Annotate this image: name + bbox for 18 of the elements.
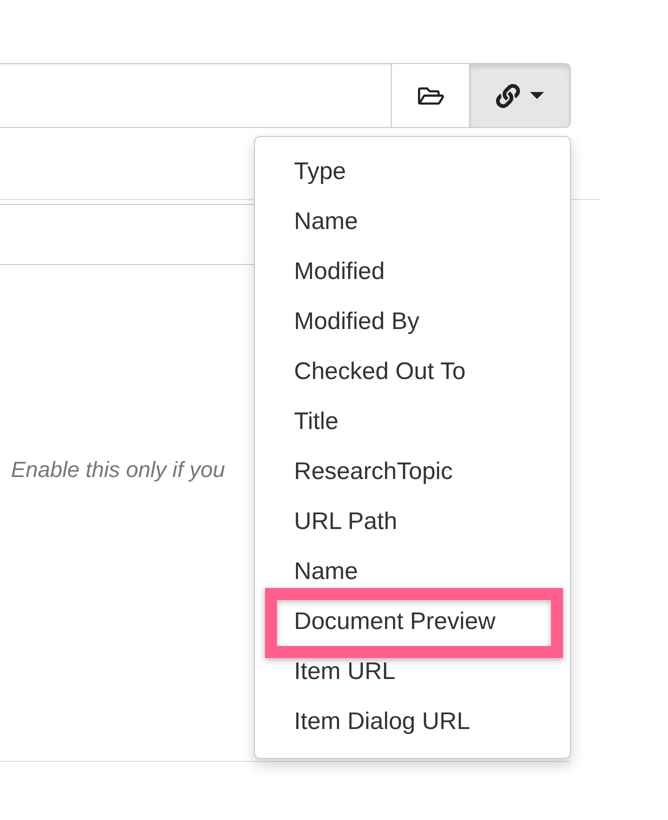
menu-item[interactable]: Name xyxy=(294,558,358,586)
menu-item[interactable]: Document Preview xyxy=(294,608,496,636)
menu-item[interactable]: ResearchTopic xyxy=(294,458,453,486)
menu-item[interactable]: URL Path xyxy=(294,508,398,536)
link-icon xyxy=(496,84,520,108)
menu-item[interactable]: Type xyxy=(294,158,346,186)
path-input-field[interactable] xyxy=(0,63,391,128)
menu-item[interactable]: Item Dialog URL xyxy=(294,708,470,736)
caret-icon xyxy=(530,92,544,99)
menu-item[interactable]: Title xyxy=(294,408,338,436)
menu-item[interactable]: Name xyxy=(294,208,358,236)
browse-button[interactable] xyxy=(391,63,469,128)
menu-item[interactable]: Modified By xyxy=(294,308,420,336)
link-dropdown-button[interactable] xyxy=(469,63,571,128)
menu-item[interactable]: Item URL xyxy=(294,658,396,686)
menu-item[interactable]: Modified xyxy=(294,258,385,286)
menu-item[interactable]: Checked Out To xyxy=(294,358,466,386)
hint-text: Enable this only if you xyxy=(11,457,226,483)
